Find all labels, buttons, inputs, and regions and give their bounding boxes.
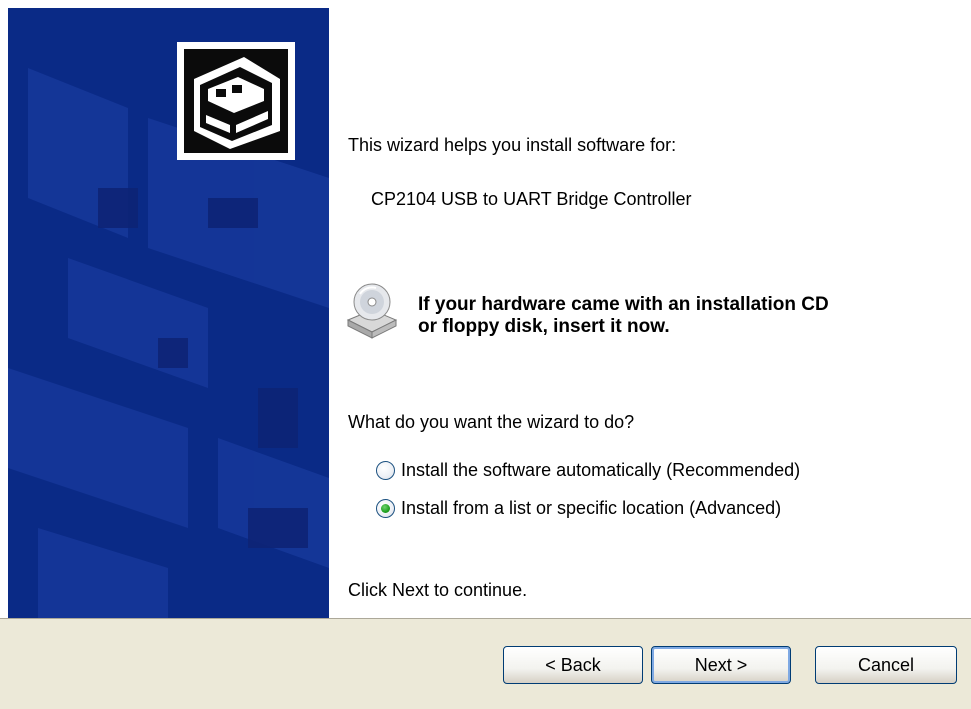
insert-cd-message: If your hardware came with an installati…: [418, 294, 829, 338]
insert-cd-message-line1: If your hardware came with an installati…: [418, 294, 829, 315]
insert-cd-message-line2: or floppy disk, insert it now.: [418, 316, 670, 337]
found-new-hardware-wizard: This wizard helps you install software f…: [0, 0, 971, 709]
continue-hint: Click Next to continue.: [348, 580, 528, 600]
option-install-automatically[interactable]: Install the software automatically (Reco…: [376, 460, 800, 481]
option-install-from-list[interactable]: Install from a list or specific location…: [376, 498, 781, 519]
radio-install-automatically[interactable]: [376, 461, 395, 480]
wizard-question: What do you want the wizard to do?: [348, 412, 635, 432]
option-install-from-list-label: Install from a list or specific location…: [401, 498, 782, 518]
wizard-content: This wizard helps you install software f…: [329, 8, 971, 618]
wizard-button-bar: < Back Next > Cancel: [0, 618, 971, 709]
option-install-automatically-label: Install the software automatically (Reco…: [401, 460, 801, 480]
wizard-side-banner: [8, 8, 329, 618]
cd-drive-icon: [346, 283, 398, 339]
intro-text: This wizard helps you install software f…: [348, 135, 677, 155]
hardware-card-icon: [177, 42, 295, 160]
device-name: CP2104 USB to UART Bridge Controller: [371, 189, 692, 209]
back-button[interactable]: < Back: [503, 646, 643, 684]
next-button[interactable]: Next >: [651, 646, 791, 684]
cancel-button[interactable]: Cancel: [815, 646, 957, 684]
radio-install-from-list[interactable]: [376, 499, 395, 518]
